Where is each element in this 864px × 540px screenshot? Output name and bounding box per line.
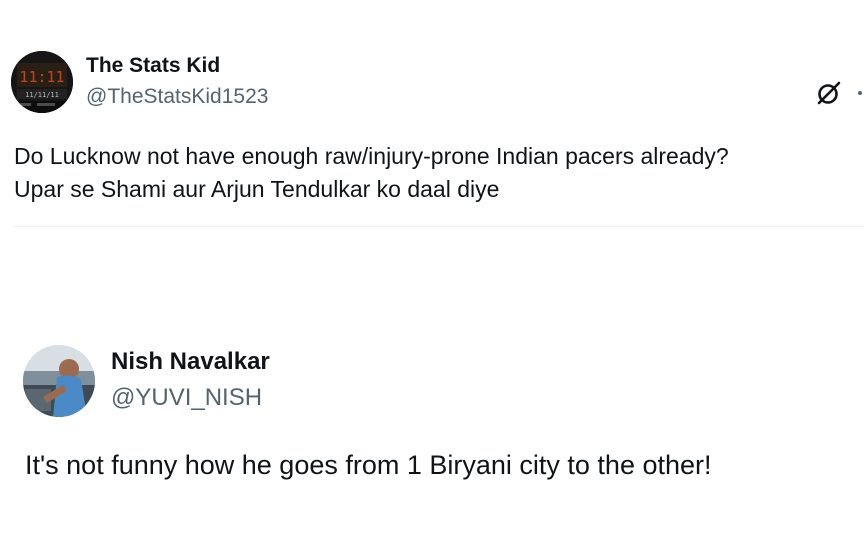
more-options-icon[interactable] [856, 88, 864, 98]
scoreboard-clock-text: 11:11 [19, 68, 64, 86]
scoreboard-avatar-icon: 11:11 11/11/11 [11, 51, 73, 113]
scoreboard-score-text: 11/11/11 [25, 91, 59, 99]
user-handle[interactable]: @YUVI_NISH [111, 384, 262, 412]
tweet-card[interactable]: Nish Navalkar @YUVI_NISH It's not funny … [0, 300, 864, 540]
avatar[interactable] [23, 345, 95, 417]
tweet-text: It's not funny how he goes from 1 Biryan… [25, 450, 712, 480]
user-handle[interactable]: @TheStatsKid1523 [86, 85, 268, 109]
stadium-selfie-avatar-icon [23, 345, 95, 417]
tweet-text: Do Lucknow not have enough raw/injury-pr… [14, 143, 729, 202]
avatar[interactable]: 11:11 11/11/11 [11, 51, 73, 113]
tweet-divider [14, 226, 864, 227]
display-name[interactable]: The Stats Kid [86, 54, 220, 78]
display-name[interactable]: Nish Navalkar [111, 348, 270, 376]
grok-slash-icon[interactable] [816, 80, 842, 106]
tweet-card[interactable]: 11:11 11/11/11 The Stats Kid @TheStatsKi… [0, 0, 864, 228]
